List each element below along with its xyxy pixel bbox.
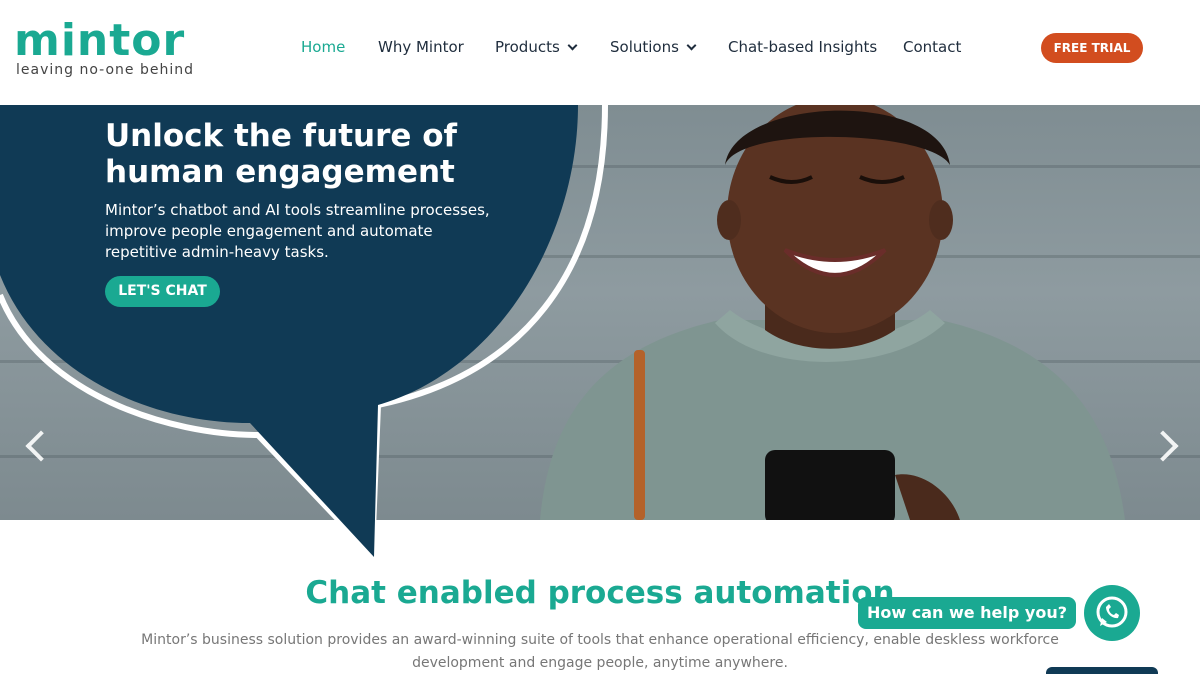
chevron-down-icon: [567, 40, 578, 51]
hero-description: Mintor’s chatbot and AI tools streamline…: [105, 201, 490, 261]
main-nav: Home Why Mintor Products Solutions Chat-…: [0, 38, 1200, 60]
nav-why-mintor[interactable]: Why Mintor: [378, 38, 464, 56]
site-header: mintor leaving no-one behind Home Why Mi…: [0, 0, 1200, 105]
free-trial-button[interactable]: FREE TRIAL: [1041, 33, 1143, 63]
section-description: Mintor’s business solution provides an a…: [141, 632, 1059, 671]
lets-chat-button[interactable]: LET'S CHAT: [105, 276, 220, 307]
bottom-tab-widget[interactable]: [1046, 667, 1158, 674]
chevron-down-icon: [686, 40, 697, 51]
nav-products-label: Products: [495, 38, 560, 56]
help-chat-bubble[interactable]: How can we help you?: [858, 597, 1076, 629]
logo-tagline: leaving no-one behind: [16, 62, 195, 78]
nav-home[interactable]: Home: [301, 38, 345, 56]
nav-products[interactable]: Products: [495, 38, 578, 56]
nav-contact[interactable]: Contact: [903, 38, 961, 56]
whatsapp-button[interactable]: [1084, 585, 1140, 641]
hero-title: Unlock the future of human engagement: [105, 118, 457, 190]
woman-with-phone-illustration: [540, 105, 1125, 520]
nav-solutions[interactable]: Solutions: [610, 38, 697, 56]
nav-solutions-label: Solutions: [610, 38, 679, 56]
nav-chat-insights[interactable]: Chat-based Insights: [728, 38, 877, 56]
whatsapp-icon: [1096, 596, 1128, 628]
